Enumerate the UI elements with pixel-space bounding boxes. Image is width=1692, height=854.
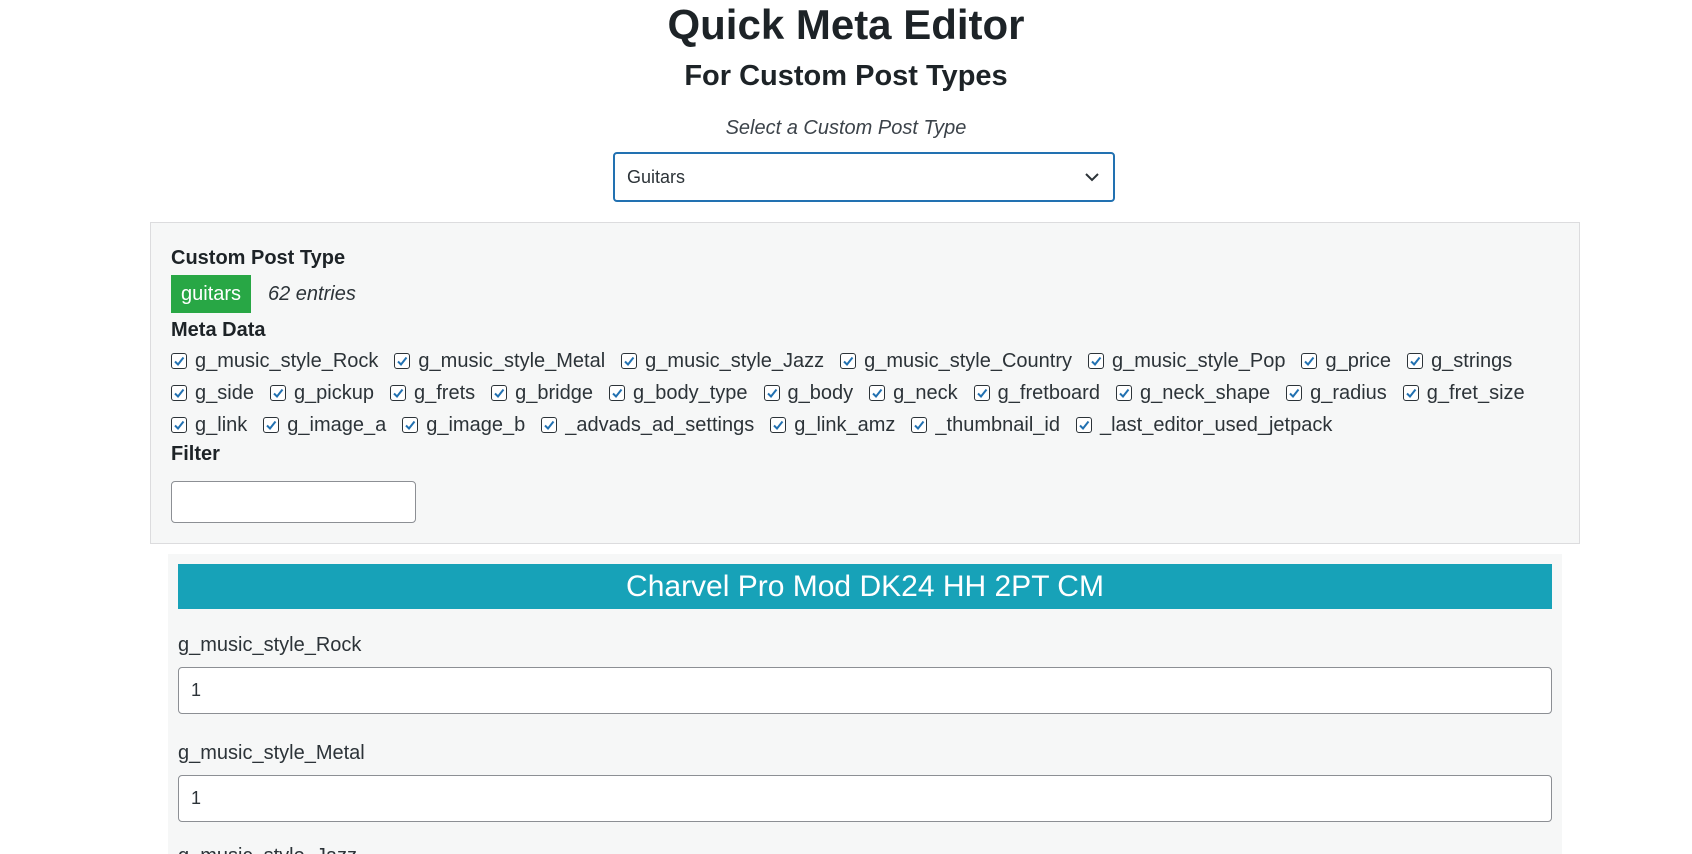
meta-checkbox-row-2: g_side g_pickup g_frets g_bridge g_body_type… [171, 379, 1541, 407]
meta-checkbox[interactable]: g_body [763, 381, 854, 405]
meta-checkbox[interactable]: g_neck_shape [1115, 381, 1271, 405]
meta-checkbox[interactable]: g_image_a [263, 414, 386, 437]
meta-checkbox-label: _thumbnail_id [935, 413, 1060, 436]
field-label: g_music_style_Rock [178, 634, 362, 656]
meta-checkbox[interactable]: g_strings [1407, 350, 1512, 373]
checkbox-checked-icon[interactable] [491, 385, 508, 401]
meta-checkbox-row-3: g_link g_image_a g_image_b _advads_ad_setti… [171, 411, 1348, 439]
checkbox-checked-icon[interactable] [390, 385, 406, 401]
meta-checkbox[interactable]: g_price [1301, 350, 1391, 373]
checkbox-checked-icon[interactable] [1402, 385, 1419, 401]
meta-checkbox-label: g_neck [893, 381, 958, 404]
checkbox-checked-icon[interactable] [394, 353, 411, 369]
meta-checkbox[interactable]: g_link_amz [770, 414, 895, 437]
checkbox-checked-icon[interactable] [1088, 353, 1105, 369]
meta-checkbox[interactable]: g_frets [390, 382, 475, 405]
checkbox-checked-icon[interactable] [263, 417, 280, 433]
meta-checkbox[interactable]: g_neck [869, 382, 958, 405]
meta-checkbox-label: g_radius [1310, 381, 1387, 404]
meta-checkbox-label: g_image_a [287, 413, 387, 436]
checkbox-checked-icon[interactable] [1407, 353, 1424, 369]
meta-checkbox[interactable]: g_bridge [491, 382, 593, 405]
post-type-select[interactable]: Guitars [613, 152, 1115, 202]
meta-checkbox-row-1: g_music_style_Rock g_music_style_Metal g_m… [171, 347, 1528, 375]
entries-count: 62 entries [268, 283, 356, 305]
meta-checkbox-label: g_price [1325, 349, 1392, 372]
meta-checkbox-label: g_link_amz [794, 413, 896, 436]
meta-checkbox[interactable]: g_pickup [269, 381, 374, 405]
select-label: Select a Custom Post Type [725, 117, 967, 139]
meta-checkbox[interactable]: _advads_ad_settings [541, 414, 754, 437]
chevron-down-icon [1083, 168, 1101, 186]
meta-checkbox[interactable]: g_side [171, 382, 254, 405]
meta-checkbox-label: g_neck_shape [1139, 381, 1271, 404]
field-input[interactable]: 1 [178, 667, 1552, 714]
meta-checkbox-label: g_music_style_Jazz [645, 349, 825, 372]
checkbox-checked-icon[interactable] [869, 385, 886, 401]
field-label: g_music_style_Jazz [178, 846, 357, 854]
checkbox-checked-icon[interactable] [1115, 385, 1132, 401]
page-subtitle: For Custom Post Types [684, 60, 1008, 92]
post-type-select-value: Guitars [627, 166, 686, 187]
meta-checkbox-label: g_bridge [515, 381, 593, 404]
post-title: Charvel Pro Mod DK24 HH 2PT CM [178, 564, 1552, 609]
field-input[interactable]: 1 [178, 775, 1552, 822]
meta-checkbox-label: g_music_style_Country [864, 349, 1073, 372]
meta-checkbox[interactable]: g_link [171, 414, 247, 437]
meta-checkbox-label: g_music_style_Pop [1112, 349, 1286, 372]
meta-checkbox-label: g_strings [1431, 349, 1513, 372]
checkbox-checked-icon[interactable] [171, 417, 187, 433]
meta-checkbox-label: g_music_style_Metal [418, 349, 606, 372]
meta-checkbox-label: _advads_ad_settings [565, 413, 755, 436]
cpt-heading: Custom Post Type [171, 247, 346, 269]
checkbox-checked-icon[interactable] [541, 417, 558, 433]
meta-checkbox[interactable]: g_music_style_Rock [171, 350, 378, 373]
cpt-badge: guitars [171, 275, 252, 313]
page-title: Quick Meta Editor [667, 1, 1025, 48]
meta-checkbox-label: g_frets [414, 381, 476, 404]
checkbox-checked-icon[interactable] [171, 353, 187, 369]
meta-checkbox[interactable]: _last_editor_used_jetpack [1075, 413, 1333, 437]
meta-checkbox-label: g_link [195, 413, 248, 436]
meta-checkbox[interactable]: g_music_style_Pop [1088, 350, 1285, 373]
meta-checkbox-label: _last_editor_used_jetpack [1099, 413, 1333, 436]
meta-checkbox[interactable]: g_image_b [402, 414, 525, 437]
post-editor: Charvel Pro Mod DK24 HH 2PT CM g_music_s… [168, 554, 1562, 854]
meta-checkbox[interactable]: g_body_type [609, 382, 748, 405]
meta-checkbox-label: g_image_b [426, 413, 526, 436]
meta-checkbox[interactable]: g_fret_size [1402, 381, 1525, 405]
checkbox-checked-icon[interactable] [1075, 417, 1092, 433]
field-label: g_music_style_Metal [178, 742, 365, 764]
meta-checkbox-label: g_body [787, 381, 854, 404]
meta-checkbox-label: g_fretboard [997, 381, 1100, 404]
meta-checkbox[interactable]: g_music_style_Jazz [621, 350, 824, 373]
checkbox-checked-icon[interactable] [770, 417, 787, 433]
checkbox-checked-icon[interactable] [171, 385, 187, 401]
page: Quick Meta Editor For Custom Post Types … [0, 0, 1692, 854]
checkbox-checked-icon[interactable] [621, 353, 638, 369]
meta-data-heading: Meta Data [171, 319, 266, 341]
checkbox-checked-icon[interactable] [763, 385, 780, 401]
meta-checkbox[interactable]: _thumbnail_id [911, 414, 1060, 437]
meta-checkbox-label: g_pickup [293, 381, 374, 404]
meta-checkbox-label: g_side [195, 381, 254, 404]
meta-checkbox-label: g_body_type [633, 381, 748, 404]
checkbox-checked-icon[interactable] [1301, 353, 1318, 369]
meta-checkbox[interactable]: g_radius [1286, 382, 1387, 405]
meta-checkbox-label: g_fret_size [1426, 381, 1525, 404]
checkbox-checked-icon[interactable] [840, 353, 857, 369]
meta-checkbox[interactable]: g_music_style_Country [840, 350, 1072, 373]
meta-checkbox[interactable]: g_music_style_Metal [394, 350, 605, 373]
checkbox-checked-icon[interactable] [1286, 385, 1303, 401]
filter-input[interactable] [171, 481, 416, 523]
checkbox-checked-icon[interactable] [973, 385, 990, 401]
checkbox-checked-icon[interactable] [269, 385, 286, 401]
settings-panel: Custom Post Type guitars 62 entries Meta… [150, 222, 1580, 544]
checkbox-checked-icon[interactable] [402, 417, 419, 433]
checkbox-checked-icon[interactable] [609, 385, 625, 401]
meta-checkbox[interactable]: g_fretboard [973, 381, 1100, 405]
filter-heading: Filter [171, 443, 220, 465]
meta-checkbox-label: g_music_style_Rock [195, 349, 379, 372]
checkbox-checked-icon[interactable] [911, 417, 928, 433]
